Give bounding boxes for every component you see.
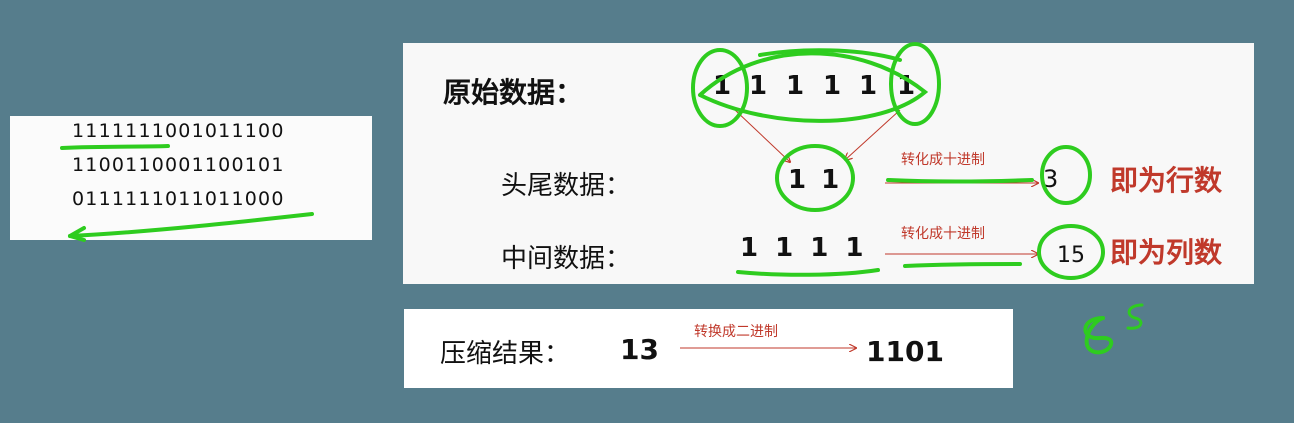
convert-decimal-label-2: 转化成十进制 xyxy=(901,226,985,242)
result-binary-value: 1101 xyxy=(866,335,944,368)
head-tail-digits: 1 1 xyxy=(788,165,840,195)
binary-line-2: 1100110001100101 xyxy=(72,154,285,176)
middle-digits: 1 1 1 1 xyxy=(740,233,864,263)
handwritten-five xyxy=(1126,303,1144,330)
result-decimal-value: 13 xyxy=(620,333,659,366)
convert-decimal-label-1: 转化成十进制 xyxy=(901,152,985,168)
compression-result-panel: 压缩结果： 13 转换成二进制 1101 xyxy=(404,309,1013,388)
binary-line-1: 1111111001011100 xyxy=(72,120,285,142)
original-digit-1: 1 xyxy=(713,71,732,101)
column-count-text: 即为列数 xyxy=(1110,236,1223,269)
original-digit-4: 1 xyxy=(823,71,842,101)
original-data-label: 原始数据： xyxy=(443,76,584,109)
handwritten-eight xyxy=(1083,316,1114,355)
binary-line-3: 0111111011011000 xyxy=(72,188,285,210)
original-digit-5: 1 xyxy=(859,71,878,101)
column-value: 15 xyxy=(1057,243,1085,268)
original-digit-2: 1 xyxy=(749,71,768,101)
row-value: 3 xyxy=(1043,165,1059,193)
explanation-panel: 原始数据： 1 1 1 1 1 1 头尾数据： 1 1 转化成十进制 3 即为行… xyxy=(403,43,1254,284)
binary-data-panel: 1111111001011100 1100110001100101 011111… xyxy=(10,116,372,240)
result-label: 压缩结果： xyxy=(440,339,571,369)
head-tail-data-label: 头尾数据： xyxy=(501,171,632,201)
original-digit-3: 1 xyxy=(786,71,805,101)
middle-data-label: 中间数据： xyxy=(501,244,632,274)
row-count-text: 即为行数 xyxy=(1110,164,1223,197)
convert-binary-label: 转换成二进制 xyxy=(694,324,778,340)
original-digit-6: 1 xyxy=(897,71,916,101)
